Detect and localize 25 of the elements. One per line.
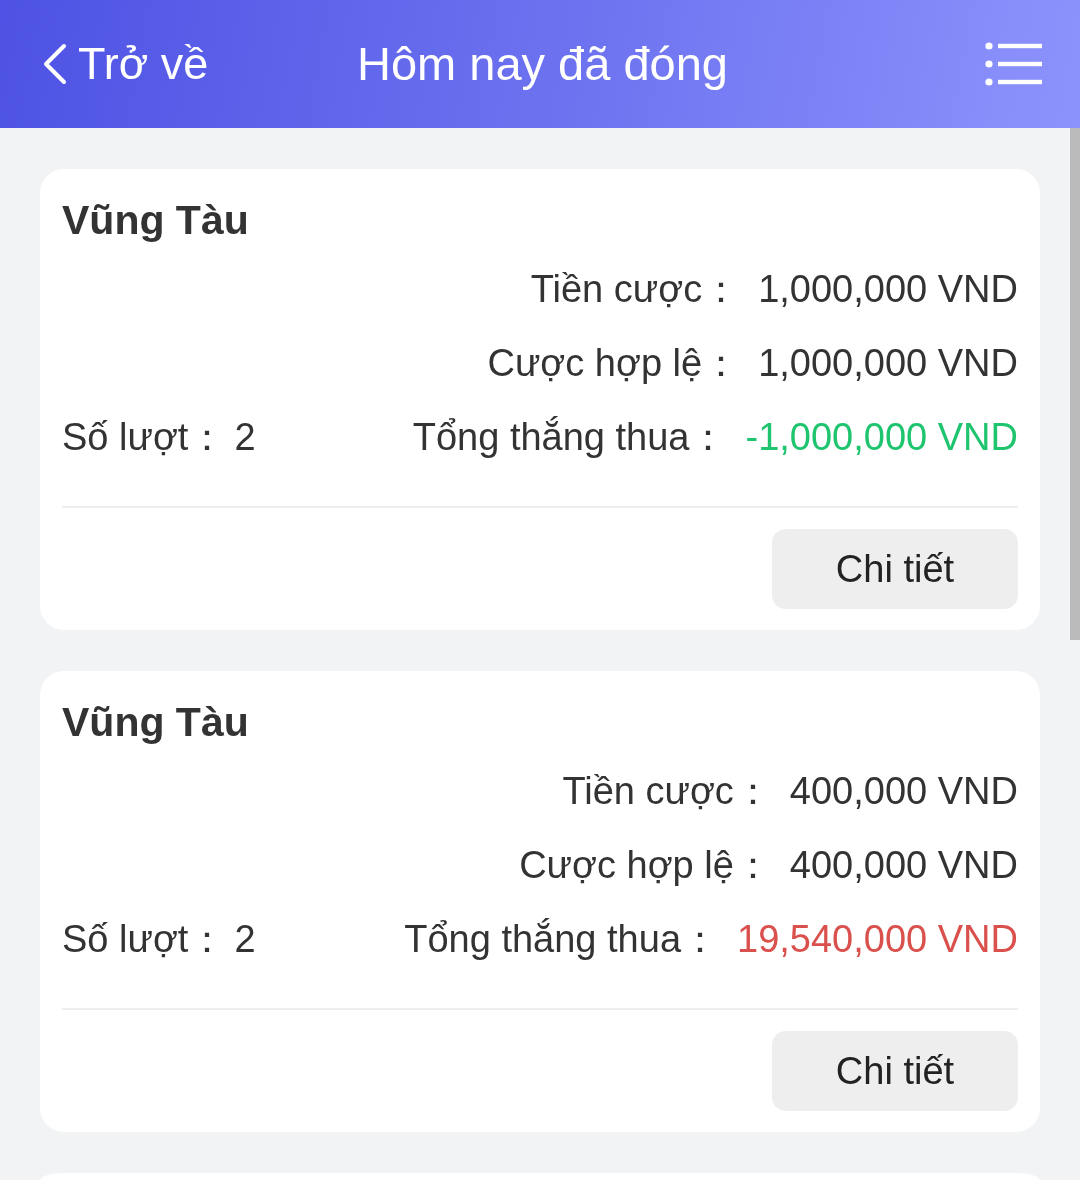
rounds-label: Số lượt： (62, 414, 227, 460)
menu-icon[interactable] (985, 42, 1042, 86)
valid-bet-amount: 1,000,000 VND (758, 341, 1018, 385)
valid-bet-label: Cược hợp lệ： (519, 842, 772, 888)
location-title: Vũng Tàu (62, 698, 249, 746)
chevron-left-icon (43, 43, 67, 85)
bet-amount: 1,000,000 VND (758, 267, 1018, 311)
win-loss-label: Tổng thắng thua： (412, 414, 728, 460)
rounds-count: 2 (234, 415, 256, 459)
page-title: Hôm nay đã đóng (357, 36, 728, 92)
valid-bet-label: Cược hợp lệ： (487, 340, 741, 386)
valid-bet-amount: 400,000 VND (789, 843, 1018, 887)
win-loss-amount: -1,000,000 VND (745, 415, 1018, 459)
win-loss-amount: 19,540,000 VND (737, 917, 1018, 961)
details-button[interactable]: Chi tiết (772, 1031, 1018, 1111)
location-title: Vũng Tàu (62, 196, 249, 244)
bet-amount: 400,000 VND (789, 769, 1018, 813)
win-loss-label: Tổng thắng thua： (404, 916, 719, 962)
details-button[interactable]: Chi tiết (772, 529, 1018, 609)
bet-label: Tiền cược： (562, 768, 772, 814)
rounds-count: 2 (234, 917, 256, 961)
bet-label: Tiền cược： (530, 266, 741, 312)
rounds-label: Số lượt： (62, 916, 227, 962)
scrollbar-thumb[interactable] (1070, 128, 1080, 640)
back-button[interactable]: Trở về (43, 38, 209, 90)
